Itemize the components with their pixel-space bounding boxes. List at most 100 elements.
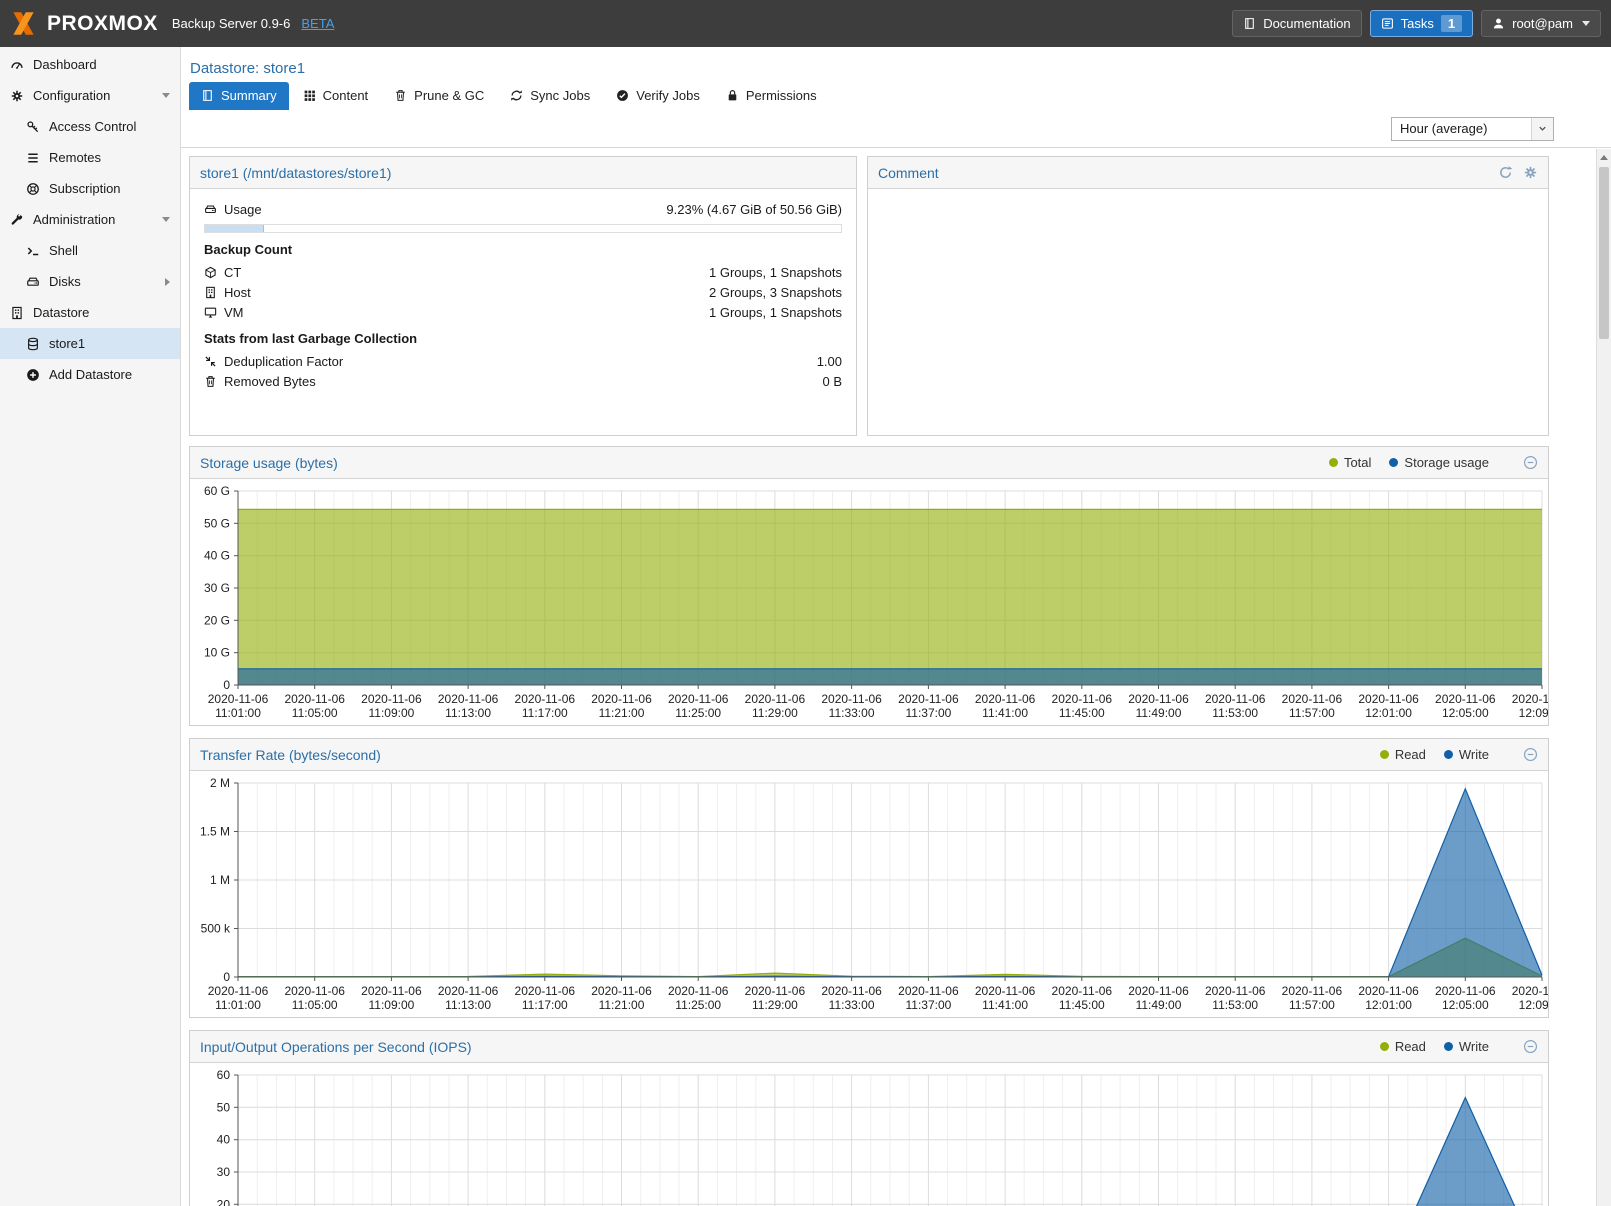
svg-text:2020-11-06: 2020-11-06 — [821, 692, 882, 706]
documentation-button[interactable]: Documentation — [1232, 10, 1361, 37]
time-range-select[interactable]: Hour (average) — [1391, 117, 1554, 141]
panel-title: Storage usage (bytes) — [200, 455, 338, 471]
row-label: VM — [224, 305, 244, 320]
svg-text:11:13:00: 11:13:00 — [445, 706, 491, 720]
sidebar-item-datastore[interactable]: Datastore — [0, 297, 180, 328]
backup-count-row-ct: CT 1 Groups, 1 Snapshots — [204, 263, 842, 282]
legend-label: Write — [1459, 1039, 1489, 1054]
comment-panel: Comment — [867, 156, 1549, 436]
legend-label: Read — [1395, 747, 1426, 762]
svg-text:2020-11-06: 2020-11-06 — [1282, 984, 1343, 998]
sidebar-item-dashboard[interactable]: Dashboard — [0, 49, 180, 80]
svg-text:11:01:00: 11:01:00 — [215, 998, 261, 1012]
legend-dot — [1380, 1042, 1389, 1051]
gear-icon[interactable] — [1523, 165, 1538, 180]
tab-summary[interactable]: Summary — [189, 82, 289, 110]
svg-text:2020-11-06: 2020-11-06 — [1358, 984, 1419, 998]
sidebar-item-disks[interactable]: Disks — [0, 266, 180, 297]
svg-text:11:25:00: 11:25:00 — [675, 706, 721, 720]
sidebar-item-subscription[interactable]: Subscription — [0, 173, 180, 204]
sidebar-item-remotes[interactable]: Remotes — [0, 142, 180, 173]
user-menu-button[interactable]: root@pam — [1481, 10, 1601, 37]
chevron-right-icon — [165, 278, 170, 286]
svg-text:2020-11-06: 2020-11-06 — [1205, 692, 1266, 706]
sidebar-item-configuration[interactable]: Configuration — [0, 80, 180, 111]
tab-sync-jobs[interactable]: Sync Jobs — [498, 82, 602, 110]
legend-dot — [1380, 750, 1389, 759]
svg-text:2020-11-06: 2020-11-06 — [668, 692, 729, 706]
key-icon — [26, 120, 40, 134]
tab-verify-jobs[interactable]: Verify Jobs — [604, 82, 712, 110]
svg-text:11:17:00: 11:17:00 — [522, 998, 568, 1012]
refresh-icon[interactable] — [1498, 165, 1513, 180]
transfer-rate-chart: 0500 k1 M1.5 M2 M2020-11-0611:01:002020-… — [190, 771, 1548, 1017]
row-value: 1 Groups, 1 Snapshots — [709, 305, 842, 320]
sidebar-item-administration[interactable]: Administration — [0, 204, 180, 235]
sidebar-item-add-datastore[interactable]: Add Datastore — [0, 359, 180, 390]
tab-content[interactable]: Content — [291, 82, 381, 110]
panel-title: Input/Output Operations per Second (IOPS… — [200, 1039, 472, 1055]
panel-title: Comment — [878, 165, 939, 181]
proxmox-logo-icon — [10, 10, 37, 37]
vertical-scrollbar[interactable] — [1596, 149, 1611, 1206]
svg-text:11:49:00: 11:49:00 — [1136, 998, 1182, 1012]
minus-circle-icon[interactable] — [1523, 747, 1538, 762]
database-icon — [26, 337, 40, 351]
svg-text:2020-11-06: 2020-11-06 — [1128, 984, 1189, 998]
legend-item-read[interactable]: Read — [1380, 747, 1426, 762]
gauge-icon — [10, 58, 24, 72]
svg-text:2020-11-06: 2020-11-06 — [438, 984, 499, 998]
legend-item-write[interactable]: Write — [1444, 747, 1489, 762]
svg-text:2020-11-06: 2020-11-06 — [591, 984, 652, 998]
backup-count-row-host: Host 2 Groups, 3 Snapshots — [204, 283, 842, 302]
grid-icon — [303, 89, 316, 102]
tab-label: Sync Jobs — [530, 88, 590, 103]
tasks-button[interactable]: Tasks 1 — [1370, 10, 1473, 37]
sidebar-item-label: Administration — [33, 212, 115, 227]
sidebar-item-label: store1 — [49, 336, 85, 351]
tab-prune-gc[interactable]: Prune & GC — [382, 82, 496, 110]
svg-text:2020-11-06: 2020-11-06 — [208, 984, 269, 998]
svg-text:20: 20 — [217, 1197, 231, 1206]
legend-item-total[interactable]: Total — [1329, 455, 1371, 470]
cube-icon — [204, 266, 217, 279]
chart-legend: Read Write — [1380, 747, 1538, 762]
transfer-rate-panel: Transfer Rate (bytes/second) Read Write — [189, 738, 1549, 1018]
svg-text:11:41:00: 11:41:00 — [982, 706, 1028, 720]
svg-text:11:37:00: 11:37:00 — [905, 998, 951, 1012]
sidebar-item-store1[interactable]: store1 — [0, 328, 180, 359]
legend-item-storage-usage[interactable]: Storage usage — [1389, 455, 1489, 470]
svg-text:50: 50 — [217, 1100, 231, 1114]
chevron-down-icon — [162, 217, 170, 222]
svg-text:2020-11-06: 2020-11-06 — [515, 692, 576, 706]
svg-text:2020-11-06: 2020-11-06 — [361, 984, 422, 998]
tab-permissions[interactable]: Permissions — [714, 82, 829, 110]
minus-circle-icon[interactable] — [1523, 455, 1538, 470]
sidebar-item-label: Shell — [49, 243, 78, 258]
legend-dot — [1329, 458, 1338, 467]
svg-text:2020-11-06: 2020-11-06 — [438, 692, 499, 706]
backup-count-row-vm: VM 1 Groups, 1 Snapshots — [204, 303, 842, 322]
svg-text:11:33:00: 11:33:00 — [829, 998, 875, 1012]
scrollbar-thumb[interactable] — [1599, 167, 1609, 339]
svg-text:2020-11-06: 2020-11-06 — [284, 984, 345, 998]
svg-text:11:21:00: 11:21:00 — [599, 998, 645, 1012]
legend-item-read[interactable]: Read — [1380, 1039, 1426, 1054]
svg-text:11:17:00: 11:17:00 — [522, 706, 568, 720]
chart-legend: Total Storage usage — [1329, 455, 1538, 470]
iops-chart: 01020304050602020-11-0611:01:002020-11-0… — [190, 1063, 1548, 1206]
svg-text:11:45:00: 11:45:00 — [1059, 706, 1105, 720]
iops-panel: Input/Output Operations per Second (IOPS… — [189, 1030, 1549, 1206]
scrollbar-up-arrow[interactable] — [1597, 149, 1611, 165]
main-content: Datastore: store1 Summary Content Prune … — [181, 47, 1611, 1206]
sidebar-item-access-control[interactable]: Access Control — [0, 111, 180, 142]
sidebar-item-shell[interactable]: Shell — [0, 235, 180, 266]
combo-trigger[interactable] — [1531, 118, 1553, 140]
legend-item-write[interactable]: Write — [1444, 1039, 1489, 1054]
beta-link[interactable]: BETA — [301, 16, 334, 31]
svg-text:12:01:00: 12:01:00 — [1365, 998, 1412, 1012]
panel-title: store1 (/mnt/datastores/store1) — [200, 165, 391, 181]
row-value: 0 B — [822, 374, 842, 389]
svg-text:12:05:00: 12:05:00 — [1442, 706, 1489, 720]
minus-circle-icon[interactable] — [1523, 1039, 1538, 1054]
